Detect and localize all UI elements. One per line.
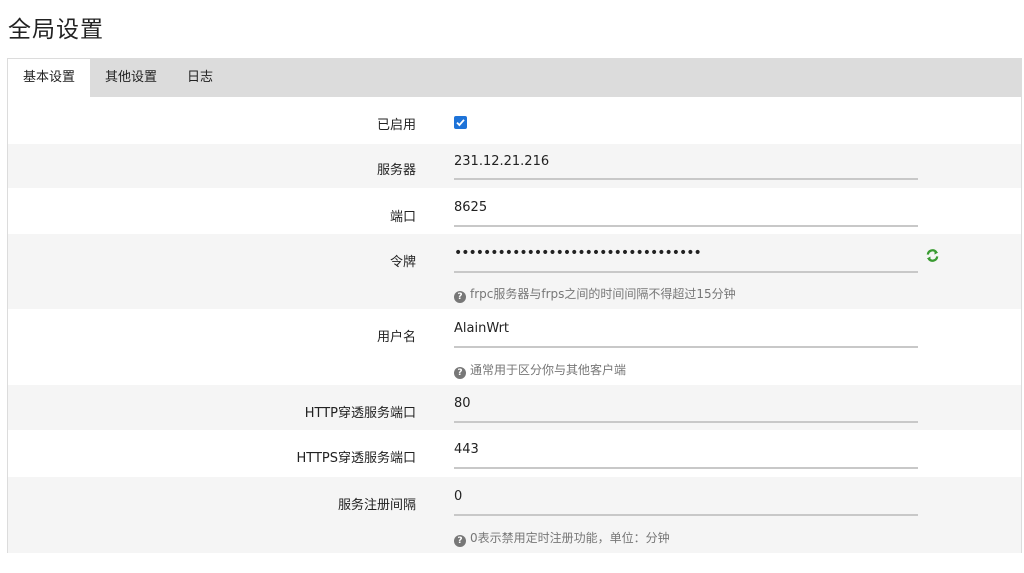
form-rows: 已启用 服务器 231.12.21.216 端口 8625 令牌 •••••••… bbox=[8, 97, 1021, 553]
row-register-interval: 服务注册间隔 0 ? 0表示禁用定时注册功能，单位：分钟 bbox=[8, 477, 1021, 553]
question-circle-icon: ? bbox=[454, 291, 466, 303]
register-interval-label: 服务注册间隔 bbox=[337, 498, 416, 513]
register-interval-help: ? 0表示禁用定时注册功能，单位：分钟 bbox=[454, 529, 670, 547]
token-input[interactable]: •••••••••••••••••••••••••••••••••• bbox=[454, 245, 918, 273]
port-input[interactable]: 8625 bbox=[454, 200, 918, 227]
username-input[interactable]: AlainWrt bbox=[454, 321, 918, 348]
tab-other-settings[interactable]: 其他设置 bbox=[90, 59, 172, 97]
refresh-icon[interactable] bbox=[925, 248, 940, 267]
server-label: 服务器 bbox=[376, 163, 416, 178]
https-port-label: HTTPS穿透服务端口 bbox=[296, 451, 416, 466]
username-help-text: 通常用于区分你与其他客户端 bbox=[470, 363, 627, 377]
token-label: 令牌 bbox=[389, 255, 416, 270]
question-circle-icon: ? bbox=[454, 535, 466, 547]
http-port-input[interactable]: 80 bbox=[454, 396, 918, 423]
https-port-input[interactable]: 443 bbox=[454, 442, 918, 469]
tab-basic-settings[interactable]: 基本设置 bbox=[8, 59, 91, 97]
page-title: 全局设置 bbox=[8, 17, 104, 43]
tab-bar: 基本设置 其他设置 日志 bbox=[8, 59, 1021, 97]
server-input[interactable]: 231.12.21.216 bbox=[454, 154, 918, 180]
register-interval-input[interactable]: 0 bbox=[454, 489, 918, 516]
enabled-checkbox[interactable] bbox=[454, 116, 467, 129]
question-circle-icon: ? bbox=[454, 367, 466, 379]
token-help: ? frpc服务器与frps之间的时间间隔不得超过15分钟 bbox=[454, 285, 736, 303]
tab-log[interactable]: 日志 bbox=[172, 59, 228, 97]
row-https-port: HTTPS穿透服务端口 443 bbox=[8, 430, 1021, 477]
port-label: 端口 bbox=[389, 210, 416, 225]
token-help-text: frpc服务器与frps之间的时间间隔不得超过15分钟 bbox=[470, 287, 736, 301]
row-username: 用户名 AlainWrt ? 通常用于区分你与其他客户端 bbox=[8, 309, 1021, 385]
http-port-label: HTTP穿透服务端口 bbox=[304, 406, 416, 421]
row-http-port: HTTP穿透服务端口 80 bbox=[8, 385, 1021, 430]
username-label: 用户名 bbox=[376, 330, 416, 345]
row-token: 令牌 •••••••••••••••••••••••••••••••••• ? f… bbox=[8, 234, 1021, 309]
username-help: ? 通常用于区分你与其他客户端 bbox=[454, 361, 626, 379]
settings-panel: 基本设置 其他设置 日志 已启用 服务器 231.12.21.216 端口 86… bbox=[7, 58, 1022, 553]
enabled-label: 已启用 bbox=[376, 118, 416, 133]
row-enabled: 已启用 bbox=[8, 97, 1021, 144]
row-server: 服务器 231.12.21.216 bbox=[8, 144, 1021, 188]
register-interval-help-text: 0表示禁用定时注册功能，单位：分钟 bbox=[470, 531, 670, 545]
row-port: 端口 8625 bbox=[8, 188, 1021, 234]
